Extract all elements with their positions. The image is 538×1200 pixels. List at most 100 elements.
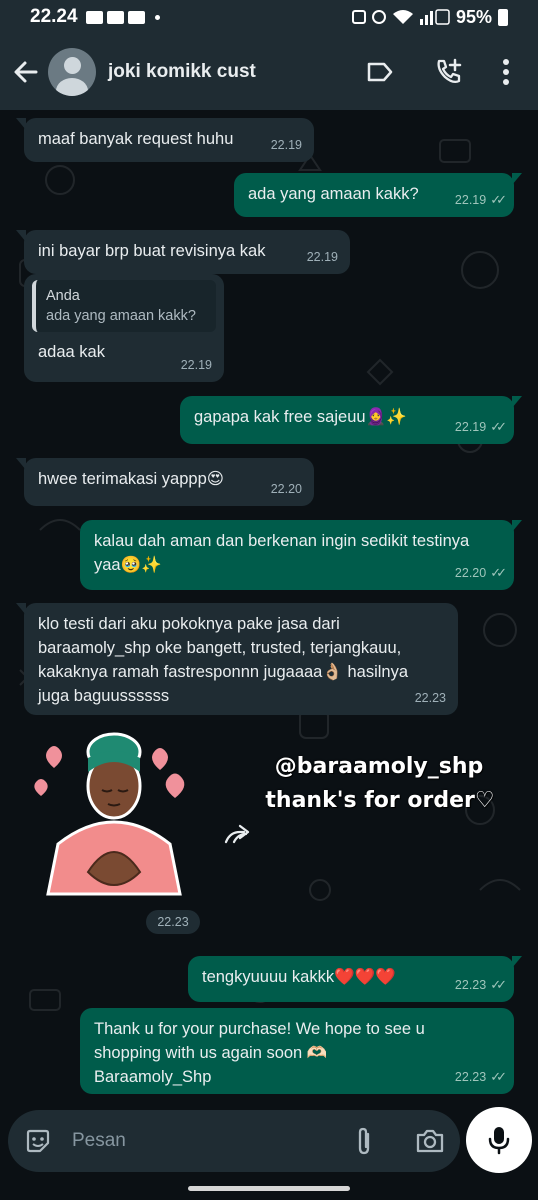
overlay-thanks: thank's for order♡ [265, 788, 495, 813]
bubble-tail [512, 956, 522, 968]
message-meta: 22.19 [307, 245, 338, 269]
camera-button[interactable] [408, 1119, 452, 1163]
message-meta: 22.19 ✓✓ [454, 415, 507, 439]
back-button[interactable] [4, 50, 48, 94]
message-time: 22.19 [454, 193, 487, 207]
contact-avatar[interactable] [48, 48, 96, 96]
signal-icon [419, 9, 450, 25]
chat-header: joki komikk cust [0, 34, 538, 110]
wifi-icon [392, 10, 413, 24]
quote-author: Anda [46, 288, 80, 304]
emoji-button[interactable] [16, 1119, 60, 1163]
quote-text: ada yang amaan kakk? [46, 308, 196, 324]
message-meta: 22.23 ✓✓ [454, 973, 507, 997]
double-check-icon: ✓✓ [490, 1069, 507, 1084]
bubble-tail [512, 520, 522, 532]
message-time: 22.20 [454, 566, 487, 580]
menu-button[interactable] [490, 56, 522, 88]
notification-icons [85, 10, 160, 24]
overlay-handle: @baraamoly_shp [274, 754, 484, 779]
message-time: 22.19 [306, 250, 338, 264]
gallery-notification-icon [106, 10, 124, 24]
label-icon [367, 62, 393, 82]
message-time: 22.20 [270, 482, 302, 496]
message-outgoing[interactable]: Thank u for your purchase! We hope to se… [80, 1008, 514, 1094]
message-input[interactable] [72, 1130, 332, 1152]
microphone-icon [488, 1127, 510, 1155]
message-text: tengkyuuuu kakkk❤️❤️❤️ [202, 968, 396, 986]
message-time: 22.19 [180, 358, 212, 372]
message-meta: 22.20 ✓✓ [454, 561, 507, 585]
message-time: 22.19 [454, 420, 487, 434]
avatar-head [64, 57, 81, 74]
message-incoming[interactable]: klo testi dari aku pokoknya pake jasa da… [16, 603, 458, 715]
heart-hands-sticker [34, 732, 185, 896]
message-incoming[interactable]: maaf banyak request huhu 22.19 [16, 118, 314, 162]
youtube-notification-icon [127, 10, 145, 24]
status-time: 22.24 [30, 6, 78, 27]
double-check-icon: ✓✓ [490, 419, 507, 434]
message-text: ini bayar brp buat revisinya kak [38, 242, 266, 260]
alarm-icon [371, 10, 386, 24]
add-call-button[interactable] [432, 56, 464, 88]
bubble-tail [16, 230, 26, 242]
system-indicators: 95% [351, 6, 508, 28]
bubble-tail [16, 458, 26, 470]
battery-icon [498, 8, 508, 26]
message-incoming-reply[interactable]: Anda ada yang amaan kakk? adaa kak 22.19 [24, 274, 224, 382]
chat-area[interactable]: maaf banyak request huhu 22.19 ada yang … [0, 110, 538, 1110]
message-text: gapapa kak free sajeuu🧕✨ [194, 408, 407, 426]
paperclip-icon [358, 1127, 370, 1155]
sticker-time: 22.23 [146, 910, 200, 934]
sticker-smile-icon [26, 1129, 50, 1153]
message-meta: 22.23 ✓✓ [454, 1065, 507, 1089]
youtube-notification-icon [85, 10, 103, 24]
double-check-icon: ✓✓ [490, 192, 507, 207]
message-text: adaa kak [38, 343, 105, 361]
message-text: Thank u for your purchase! We hope to se… [94, 1020, 425, 1086]
label-button[interactable] [364, 56, 396, 88]
message-meta: 22.20 [271, 477, 302, 501]
message-incoming[interactable]: hwee terimakasi yappp😍 22.20 [16, 458, 314, 506]
message-time: 22.23 [454, 978, 487, 992]
message-text: kalau dah aman dan berkenan ingin sediki… [94, 532, 470, 574]
bubble-tail [16, 118, 26, 130]
message-outgoing[interactable]: tengkyuuuu kakkk❤️❤️❤️ 22.23 ✓✓ [188, 956, 522, 1002]
battery-percent: 95% [455, 6, 492, 27]
forward-icon [224, 824, 250, 844]
message-meta: 22.19 ✓✓ [454, 188, 507, 212]
more-vertical-icon [503, 59, 509, 85]
more-notifications-icon [154, 14, 160, 20]
message-text: ada yang amaan kakk? [248, 185, 419, 203]
message-text: hwee terimakasi yappp😍 [38, 470, 224, 488]
arrow-left-icon [14, 61, 38, 83]
status-bar: 22.24 95% [0, 0, 538, 34]
avatar-body [56, 78, 88, 96]
message-time: 22.23 [414, 691, 446, 705]
bubble-tail [16, 603, 26, 615]
message-outgoing[interactable]: kalau dah aman dan berkenan ingin sediki… [80, 520, 522, 590]
quoted-message[interactable]: Anda ada yang amaan kakk? [32, 280, 216, 332]
attach-button[interactable] [342, 1119, 386, 1163]
bubble-tail [512, 173, 522, 185]
message-outgoing[interactable]: ada yang amaan kakk? 22.19 ✓✓ [234, 173, 522, 217]
message-meta: 22.19 [271, 133, 302, 157]
camera-icon [416, 1129, 444, 1153]
message-text: klo testi dari aku pokoknya pake jasa da… [38, 615, 409, 705]
message-meta: 22.19 [181, 353, 212, 377]
home-indicator[interactable] [188, 1186, 350, 1191]
message-meta: 22.23 [415, 686, 446, 710]
message-incoming[interactable]: ini bayar brp buat revisinya kak 22.19 [16, 230, 350, 274]
double-check-icon: ✓✓ [490, 565, 507, 580]
double-check-icon: ✓✓ [490, 977, 507, 992]
forward-button[interactable] [222, 818, 256, 852]
message-text: maaf banyak request huhu [38, 130, 234, 148]
message-outgoing[interactable]: gapapa kak free sajeuu🧕✨ 22.19 ✓✓ [180, 396, 522, 444]
bubble-tail [512, 396, 522, 408]
phone-plus-icon [437, 58, 462, 84]
message-time: 22.23 [454, 1070, 487, 1084]
voice-record-button[interactable] [466, 1107, 532, 1173]
composer-pill [8, 1110, 460, 1172]
data-saver-icon [351, 10, 366, 24]
contact-name[interactable]: joki komikk cust [108, 61, 256, 83]
